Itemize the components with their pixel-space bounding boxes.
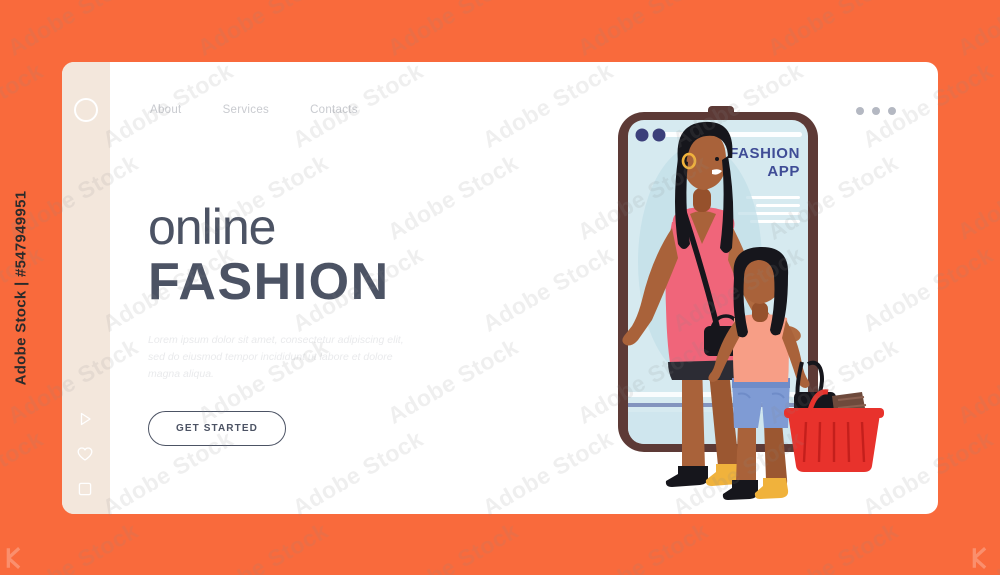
eye: [715, 157, 719, 161]
adobe-stock-corner-mark: [972, 547, 987, 569]
landing-page-card: About Services Contacts online FASHION L…: [62, 62, 938, 514]
child-shoe-right: [754, 478, 789, 499]
left-sidebar: [62, 62, 110, 514]
play-icon[interactable]: [76, 410, 94, 428]
app-title-line2: APP: [767, 163, 800, 180]
shopping-basket: [784, 360, 884, 472]
camera-dot: [652, 128, 666, 142]
watermark-text: Adobe Stock: [763, 517, 903, 575]
adobe-stock-corner-mark: [6, 547, 21, 569]
page-title-bold: FASHION: [148, 253, 390, 311]
watermark-text: Adobe Stock: [193, 517, 333, 575]
square-icon[interactable]: [76, 480, 94, 498]
hero-section: online FASHION Lorem ipsum dolor sit ame…: [148, 199, 478, 447]
watermark-text: Adobe Stock: [953, 149, 1000, 245]
watermark-text: Adobe Stock: [193, 0, 333, 61]
sidebar-social-icons: [76, 410, 94, 498]
watermark-text: Adobe Stock: [383, 517, 523, 575]
nav-item-services[interactable]: Services: [223, 104, 270, 116]
illustration-svg: FASHION APP: [618, 106, 884, 500]
nav-item-contacts[interactable]: Contacts: [310, 104, 358, 116]
heart-icon[interactable]: [76, 445, 94, 463]
dress-hem-dark: [668, 360, 744, 380]
basket-rim: [784, 408, 884, 418]
hero-paragraph: Lorem ipsum dolor sit amet, consectetur …: [148, 334, 404, 381]
watermark-text: Adobe Stock: [573, 0, 713, 61]
page-title-light: online: [148, 199, 276, 255]
watermark-text: Adobe Stock: [383, 0, 523, 61]
app-title-line1: FASHION: [729, 145, 800, 162]
circle-logo[interactable]: [74, 98, 98, 122]
camera-dot: [635, 128, 649, 142]
watermark-side-text: Adobe Stock | #547949951: [12, 190, 30, 385]
get-started-button[interactable]: GET STARTED: [148, 411, 286, 447]
watermark-text: Adobe Stock: [763, 0, 903, 61]
main-nav: About Services Contacts: [150, 104, 358, 116]
watermark-text: Adobe Stock: [953, 333, 1000, 429]
watermark-text: Adobe Stock: [573, 517, 713, 575]
nav-item-about[interactable]: About: [150, 104, 182, 116]
fashion-app-illustration: FASHION APP: [532, 62, 938, 514]
shoe-left: [665, 466, 708, 487]
watermark-text: Adobe Stock: [953, 0, 1000, 61]
